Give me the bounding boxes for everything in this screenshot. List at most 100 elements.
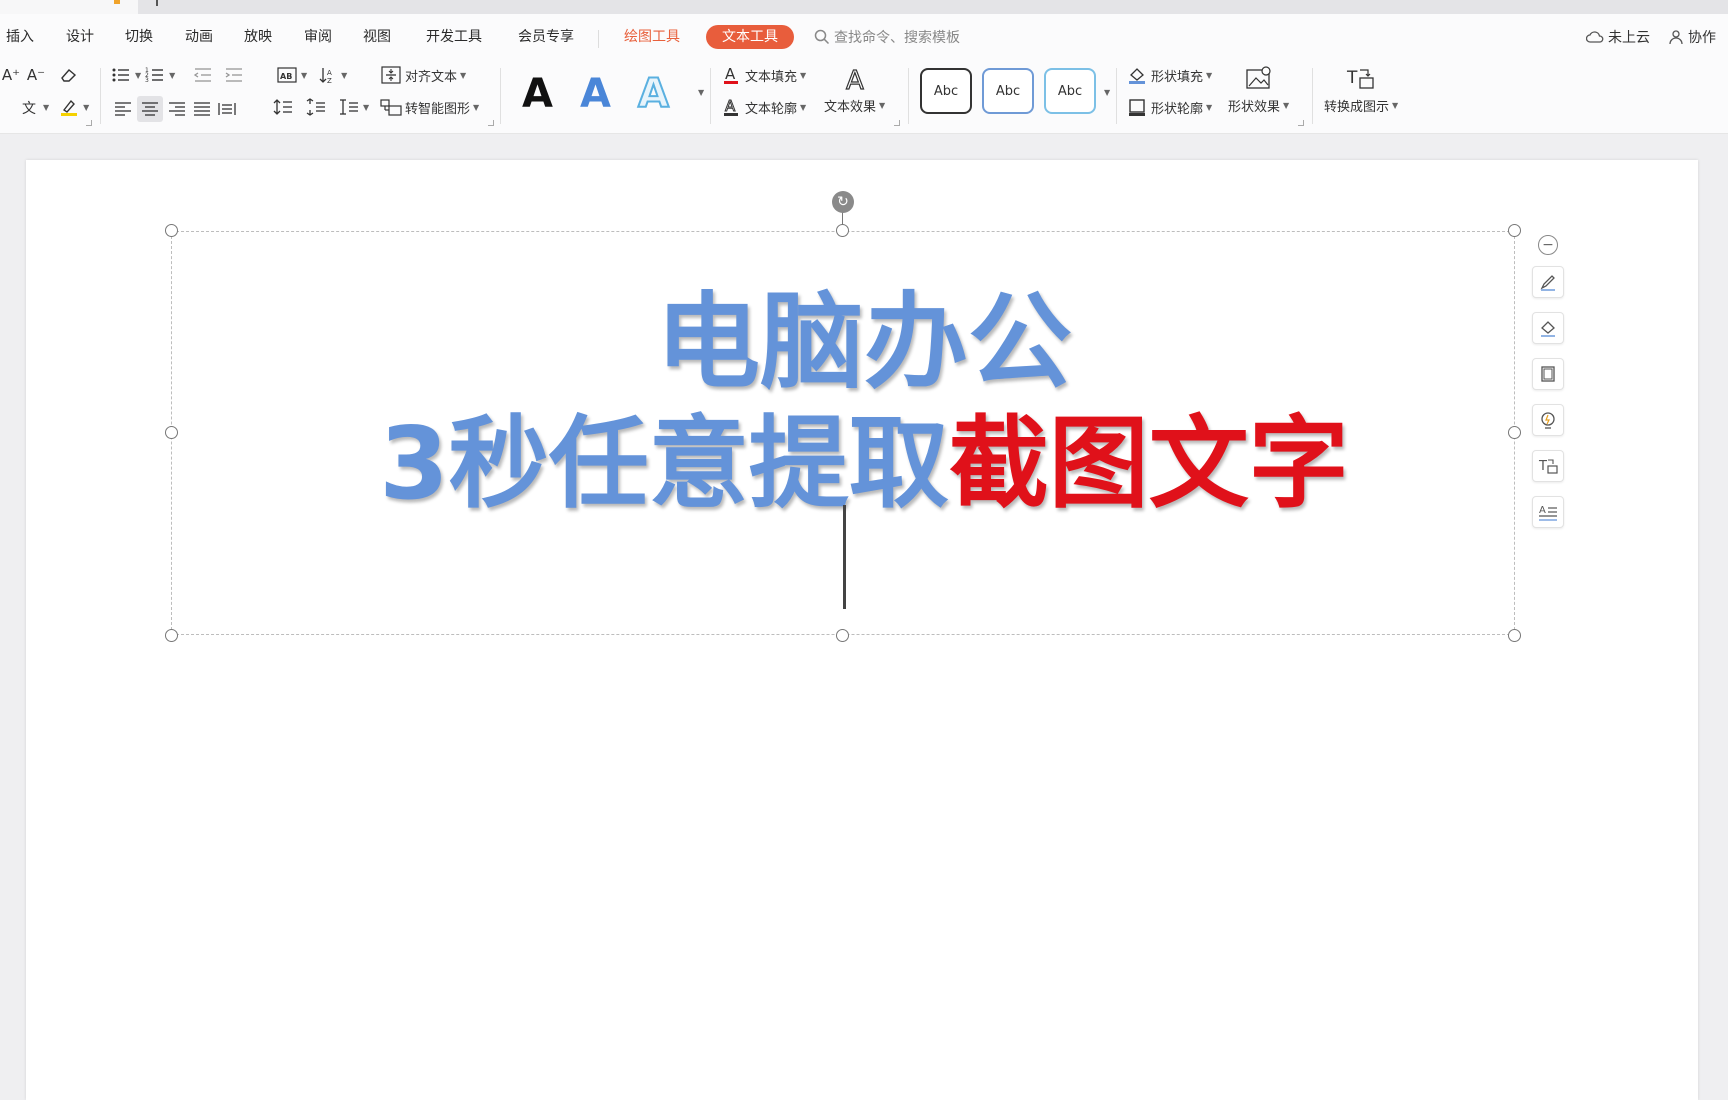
phonetic-dropdown-caret[interactable]: ▼ [43,103,49,112]
shape-style-dark[interactable]: Abc [920,68,972,114]
shape-effects-label: 形状效果 [1228,100,1281,115]
resize-handle-top-left[interactable] [165,224,178,237]
rotate-handle-icon[interactable]: ↻ [832,191,854,213]
menu-transition[interactable]: 切换 [125,14,153,60]
decrease-indent-icon[interactable] [192,64,214,86]
shape-effects-button[interactable]: 形状效果 ▼ [1228,64,1289,115]
text-fill-icon: A [720,64,742,86]
numbered-dropdown-caret[interactable]: ▼ [169,71,175,80]
convert-diagram-icon: T [1346,64,1376,94]
svg-text:A: A [327,69,332,77]
convert-diagram-label: 转换成图示 [1324,100,1390,115]
ribbon-separator [1312,68,1313,124]
menu-insert[interactable]: 插入 [6,14,34,60]
line-spacing-icon[interactable] [272,96,294,118]
text-layout-tool-icon[interactable]: A [1532,496,1564,528]
svg-text:Z: Z [327,77,332,84]
text-fill-button[interactable]: A 文本填充 ▼ [720,64,806,86]
menu-animation[interactable]: 动画 [185,14,213,60]
align-right-icon[interactable] [166,98,188,120]
collaborate-button[interactable]: 协作 [1668,14,1716,60]
align-text-label: 对齐文本 [405,69,458,85]
shape-fill-button[interactable]: 形状填充 ▼ [1126,64,1212,86]
highlight-icon[interactable] [58,96,80,118]
cloud-status-button[interactable]: 未上云 [1586,14,1650,60]
increase-font-icon[interactable]: A⁺ [0,64,22,86]
resize-handle-bottom[interactable] [836,629,849,642]
sort-dropdown-caret[interactable]: ▼ [341,71,347,80]
distribute-icon[interactable] [216,98,238,120]
text-style-black[interactable]: A [522,68,553,120]
text-style-blue[interactable]: A [580,68,611,120]
command-search[interactable]: 查找命令、搜索模板 [814,14,960,60]
align-center-icon[interactable] [137,96,163,122]
shape-fill-caret: ▼ [1206,70,1213,80]
slide-title-line1[interactable]: 电脑办公 [0,282,1728,402]
smart-shape-button[interactable]: 转智能图形 ▼ [380,96,479,118]
ribbon-separator [500,68,501,124]
text-outline-button[interactable]: A 文本轮廓 ▼ [720,96,806,118]
shape-dialog-launcher[interactable] [1298,120,1304,126]
shape-outline-button[interactable]: 形状轮廓 ▼ [1126,96,1212,118]
text-style-outline[interactable]: A [637,68,670,120]
shape-fill-tool-icon[interactable] [1532,312,1564,344]
decrease-font-icon[interactable]: A⁻ [25,64,47,86]
align-text-button[interactable]: 对齐文本 ▼ [380,64,466,86]
menu-developer[interactable]: 开发工具 [426,14,482,60]
phonetic-guide-icon[interactable]: 文 [18,96,40,118]
paragraph-spacing-icon[interactable] [305,96,327,118]
convert-diagram-button[interactable]: T 转换成图示 ▼ [1324,64,1398,115]
resize-handle-bottom-right[interactable] [1508,629,1521,642]
shape-style-lightblue[interactable]: Abc [1044,68,1096,114]
text-style-more-caret[interactable]: ▼ [698,88,704,97]
menu-text-tools[interactable]: 文本工具 [706,25,794,49]
svg-text:T: T [1538,459,1547,474]
text-effects-button[interactable]: A 文本效果 ▼ [824,64,885,115]
tab-accent [114,0,120,4]
menu-review[interactable]: 审阅 [304,14,332,60]
eraser-icon[interactable] [58,64,80,86]
shape-fill-label: 形状填充 [1151,69,1204,85]
text-direction-caret[interactable]: ▼ [301,71,307,80]
text-effects-caret: ▼ [879,101,886,110]
resize-handle-bottom-left[interactable] [165,629,178,642]
svg-text:A: A [1539,505,1546,516]
text-direction-icon[interactable]: AB [276,64,298,86]
svg-text:A: A [725,65,736,83]
align-left-icon[interactable] [112,98,134,120]
menu-design[interactable]: 设计 [66,14,94,60]
resize-handle-top-right[interactable] [1508,224,1521,237]
search-icon [814,29,830,45]
text-dialog-launcher[interactable] [894,120,900,126]
sort-icon[interactable]: AZ [316,64,338,86]
shape-style-more-caret[interactable]: ▼ [1104,88,1110,97]
brush-tool-icon[interactable] [1532,266,1564,298]
bullet-dropdown-caret[interactable]: ▼ [135,71,141,80]
collaborate-label: 协作 [1688,30,1716,46]
collapse-tools-icon[interactable]: − [1538,235,1558,255]
numbered-list-icon[interactable]: 123 [144,64,166,86]
menu-drawing-tools[interactable]: 绘图工具 [624,14,680,60]
resize-handle-top[interactable] [836,224,849,237]
spacing-dropdown-caret[interactable]: ▼ [363,103,369,112]
menu-slideshow[interactable]: 放映 [244,14,272,60]
menu-view[interactable]: 视图 [363,14,391,60]
highlight-dropdown-caret[interactable]: ▼ [83,103,89,112]
bullet-list-icon[interactable] [110,64,132,86]
increase-indent-icon[interactable] [223,64,245,86]
slide-title-line2[interactable]: 3秒任意提取截图文字 [0,404,1728,524]
spacing-options-icon[interactable] [338,96,360,118]
paragraph-dialog-launcher[interactable] [488,120,494,126]
font-dialog-launcher[interactable] [86,120,92,126]
phonetic-group: 文 ▼ ▼ [18,96,89,118]
menu-member[interactable]: 会员专享 [518,14,574,60]
svg-text:AB: AB [280,72,292,81]
svg-text:A: A [725,97,736,115]
idea-bulb-icon[interactable] [1532,404,1564,436]
justify-icon[interactable] [191,98,213,120]
align-text-caret: ▼ [460,70,467,80]
shape-style-blue[interactable]: Abc [982,68,1034,114]
text-direction-group: AB ▼ AZ ▼ [276,64,347,86]
shape-outline-tool-icon[interactable] [1532,358,1564,390]
convert-diagram-tool-icon[interactable]: T [1532,450,1564,482]
